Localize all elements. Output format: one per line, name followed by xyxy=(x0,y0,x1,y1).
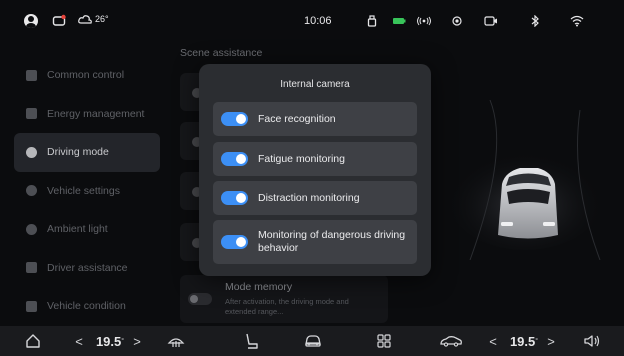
bottom-dock: < 19.5 ° > < 19.5 ° > xyxy=(0,326,624,356)
energy-icon xyxy=(26,108,37,120)
right-temperature-degree: ° xyxy=(535,337,539,345)
sidebar-item-vehicle-settings[interactable]: Vehicle settings xyxy=(14,172,160,211)
face-recognition-toggle[interactable] xyxy=(221,112,248,126)
sidebar-item-label: Driving mode xyxy=(47,146,109,159)
status-bar: 26° 10:06 xyxy=(0,0,624,46)
bluetooth-icon xyxy=(530,13,540,29)
option-label: Distraction monitoring xyxy=(258,192,360,204)
clock: 10:06 xyxy=(304,15,332,27)
sidebar-item-label: Common control xyxy=(47,69,125,82)
mode-memory-card[interactable]: Mode memory After activation, the drivin… xyxy=(180,275,388,323)
sidebar-item-vehicle-condition[interactable]: Vehicle condition xyxy=(14,287,160,326)
sidebar-item-ambient-light[interactable]: Ambient light xyxy=(14,210,160,249)
sidebar-item-label: Energy management xyxy=(47,107,145,120)
vehicle-illustration xyxy=(430,99,610,261)
volume-icon[interactable] xyxy=(580,331,604,351)
mode-memory-description: After activation, the driving mode and e… xyxy=(225,297,349,316)
gear-icon xyxy=(26,185,37,197)
sidebar-item-label: Ambient light xyxy=(47,223,108,236)
dialog-title: Internal camera xyxy=(280,79,350,90)
defrost-icon[interactable] xyxy=(164,331,188,351)
sidebar-item-driver-assistance[interactable]: Driver assistance xyxy=(14,249,160,288)
sidebar-item-label: Vehicle condition xyxy=(47,300,126,313)
option-fatigue-monitoring[interactable]: Fatigue monitoring xyxy=(213,142,417,176)
left-temperature-display: 19.5 ° xyxy=(92,331,128,351)
light-icon xyxy=(26,223,37,235)
section-title: Scene assistance xyxy=(180,47,263,59)
user-avatar-icon[interactable] xyxy=(24,14,38,28)
mode-memory-toggle[interactable] xyxy=(188,293,212,305)
sidebar-item-label: Vehicle settings xyxy=(47,184,120,197)
right-temperature-value: 19.5 xyxy=(509,333,536,349)
weather-widget[interactable]: 26° xyxy=(78,14,109,24)
usb-icon xyxy=(367,13,377,29)
battery-icon xyxy=(392,13,406,29)
fatigue-monitoring-toggle[interactable] xyxy=(221,152,248,166)
left-temperature-degree: ° xyxy=(121,337,125,345)
location-icon xyxy=(451,13,463,29)
dashcam-icon xyxy=(484,13,498,29)
steering-icon xyxy=(26,146,37,158)
sidebar-item-common-control[interactable]: Common control xyxy=(14,56,160,95)
distraction-monitoring-toggle[interactable] xyxy=(221,191,248,205)
option-label: Monitoring of dangerous driving behavior xyxy=(258,229,406,254)
dangerous-driving-toggle[interactable] xyxy=(221,235,248,249)
option-dangerous-driving-monitoring[interactable]: Monitoring of dangerous driving behavior xyxy=(213,220,417,264)
wifi-icon xyxy=(570,13,584,29)
option-face-recognition[interactable]: Face recognition xyxy=(213,102,417,136)
internal-camera-dialog: Internal camera Face recognition Fatigue… xyxy=(199,64,431,276)
right-temp-decrease-button[interactable]: < xyxy=(486,331,500,351)
option-distraction-monitoring[interactable]: Distraction monitoring xyxy=(213,181,417,215)
grid-icon xyxy=(26,69,37,81)
sidebar-item-driving-mode[interactable]: Driving mode xyxy=(14,133,160,172)
option-label: Face recognition xyxy=(258,113,336,125)
sidebar-item-energy-management[interactable]: Energy management xyxy=(14,95,160,134)
right-temp-increase-button[interactable]: > xyxy=(544,331,558,351)
left-temp-increase-button[interactable]: > xyxy=(130,331,144,351)
settings-sidebar: Common control Energy management Driving… xyxy=(14,56,160,326)
option-label: Fatigue monitoring xyxy=(258,153,345,165)
seat-icon[interactable] xyxy=(240,331,264,351)
car-side-icon[interactable] xyxy=(436,331,466,351)
car-front-icon[interactable] xyxy=(300,331,326,351)
sidebar-item-label: Driver assistance xyxy=(47,261,128,274)
weather-icon xyxy=(78,15,92,24)
wireless-broadcast-icon xyxy=(416,13,432,29)
right-temperature-display: 19.5 ° xyxy=(506,331,542,351)
car-icon xyxy=(26,262,37,274)
temperature-label: 26° xyxy=(95,14,109,24)
mode-memory-title: Mode memory xyxy=(225,281,293,293)
left-temp-decrease-button[interactable]: < xyxy=(72,331,86,351)
chart-icon xyxy=(26,300,37,312)
left-temperature-value: 19.5 xyxy=(95,333,122,349)
apps-icon[interactable] xyxy=(372,331,396,351)
home-icon[interactable] xyxy=(20,331,46,351)
message-icon[interactable] xyxy=(52,13,66,29)
